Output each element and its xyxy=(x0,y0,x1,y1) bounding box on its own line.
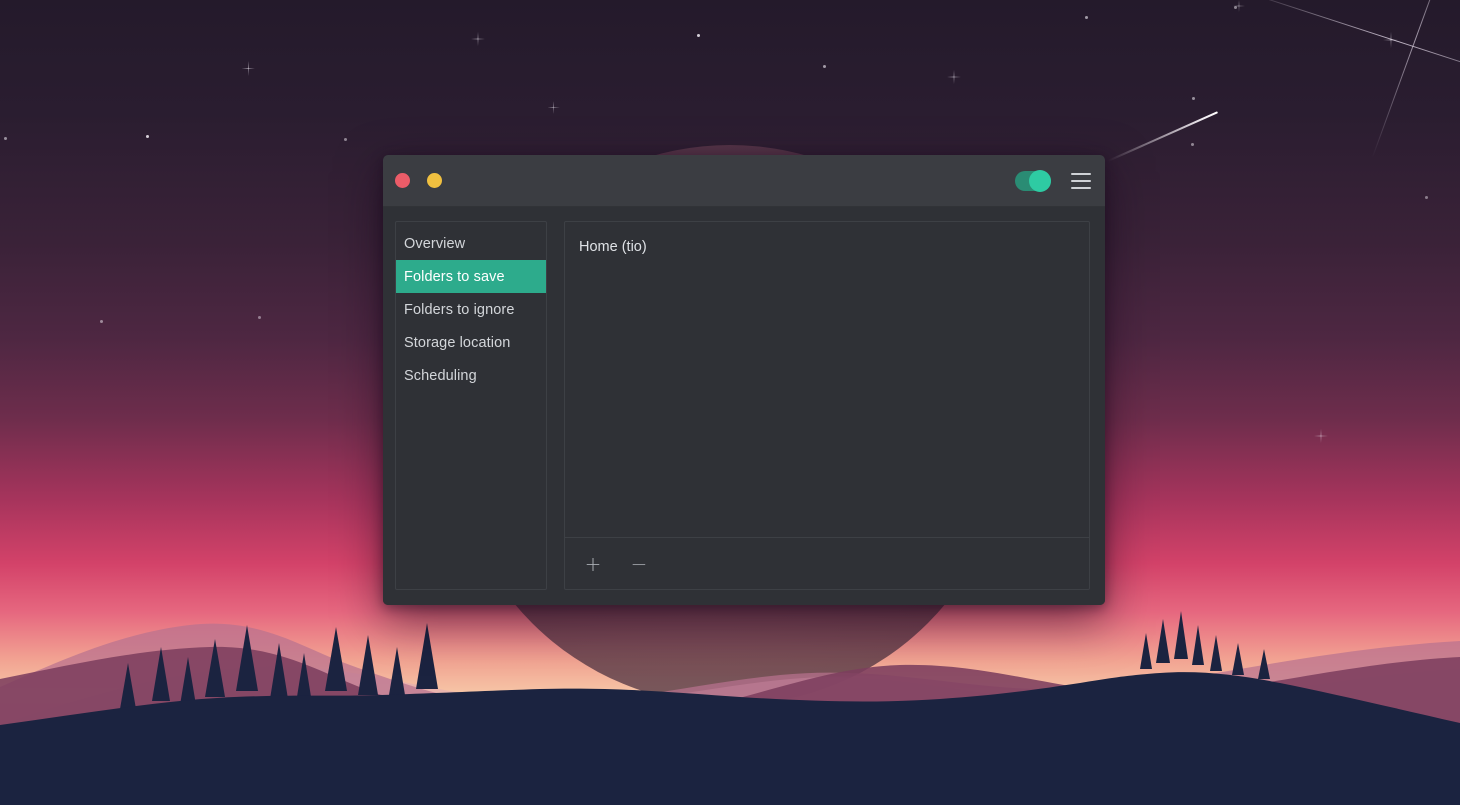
star-dot xyxy=(100,320,103,323)
foreground-ridge xyxy=(0,611,1460,805)
window-body: Overview Folders to save Folders to igno… xyxy=(383,207,1105,605)
star-dot xyxy=(1425,196,1428,199)
toggle-knob xyxy=(1029,169,1051,192)
star-dot xyxy=(344,138,347,141)
sidebar-item-label: Folders to ignore xyxy=(404,301,515,318)
main-panel: Home (tio) + − xyxy=(564,221,1090,590)
star-dot xyxy=(4,137,7,140)
sidebar-item-scheduling[interactable]: Scheduling xyxy=(396,359,546,392)
window-titlebar xyxy=(383,155,1105,207)
menu-line xyxy=(1071,179,1091,182)
star-dot xyxy=(823,65,826,68)
star-dot xyxy=(146,135,149,138)
remove-folder-button[interactable]: − xyxy=(626,551,652,577)
folders-to-save-list[interactable]: Home (tio) xyxy=(565,222,1089,538)
hamburger-menu-icon[interactable] xyxy=(1071,172,1091,189)
sparkle-star xyxy=(947,70,961,84)
sidebar-item-label: Folders to save xyxy=(404,268,505,285)
sidebar-item-overview[interactable]: Overview xyxy=(396,227,546,260)
sidebar-item-label: Overview xyxy=(404,235,466,252)
sparkle-star xyxy=(1233,0,1245,12)
sparkle-star xyxy=(471,32,485,46)
sidebar-item-label: Storage location xyxy=(404,334,511,351)
sparkle-star xyxy=(241,61,256,76)
add-folder-button[interactable]: + xyxy=(580,551,606,577)
desktop-wallpaper: Overview Folders to save Folders to igno… xyxy=(0,0,1460,805)
lens-flare-ray xyxy=(1371,0,1459,159)
sidebar-item-folders-to-save[interactable]: Folders to save xyxy=(396,260,546,293)
menu-line xyxy=(1071,186,1091,189)
star-dot xyxy=(1085,16,1088,19)
star-dot xyxy=(697,34,700,37)
sidebar-item-folders-to-ignore[interactable]: Folders to ignore xyxy=(396,293,546,326)
sidebar-item-label: Scheduling xyxy=(404,367,477,384)
sparkle-star xyxy=(1314,429,1328,443)
shooting-star xyxy=(1107,111,1219,162)
close-window-button[interactable] xyxy=(395,173,410,188)
minimize-window-button[interactable] xyxy=(427,173,442,188)
lens-flare-ray xyxy=(1237,0,1460,92)
star-dot xyxy=(1191,143,1194,146)
star-dot xyxy=(1192,97,1195,100)
list-action-toolbar: + − xyxy=(565,538,1089,589)
settings-sidebar: Overview Folders to save Folders to igno… xyxy=(395,221,547,590)
list-item[interactable]: Home (tio) xyxy=(565,234,1089,260)
sparkle-star xyxy=(547,101,560,114)
menu-line xyxy=(1071,172,1091,175)
backup-enabled-toggle[interactable] xyxy=(1015,169,1051,192)
list-item-label: Home (tio) xyxy=(579,239,647,255)
sidebar-item-storage-location[interactable]: Storage location xyxy=(396,326,546,359)
app-window: Overview Folders to save Folders to igno… xyxy=(383,155,1105,605)
star-dot xyxy=(258,316,261,319)
